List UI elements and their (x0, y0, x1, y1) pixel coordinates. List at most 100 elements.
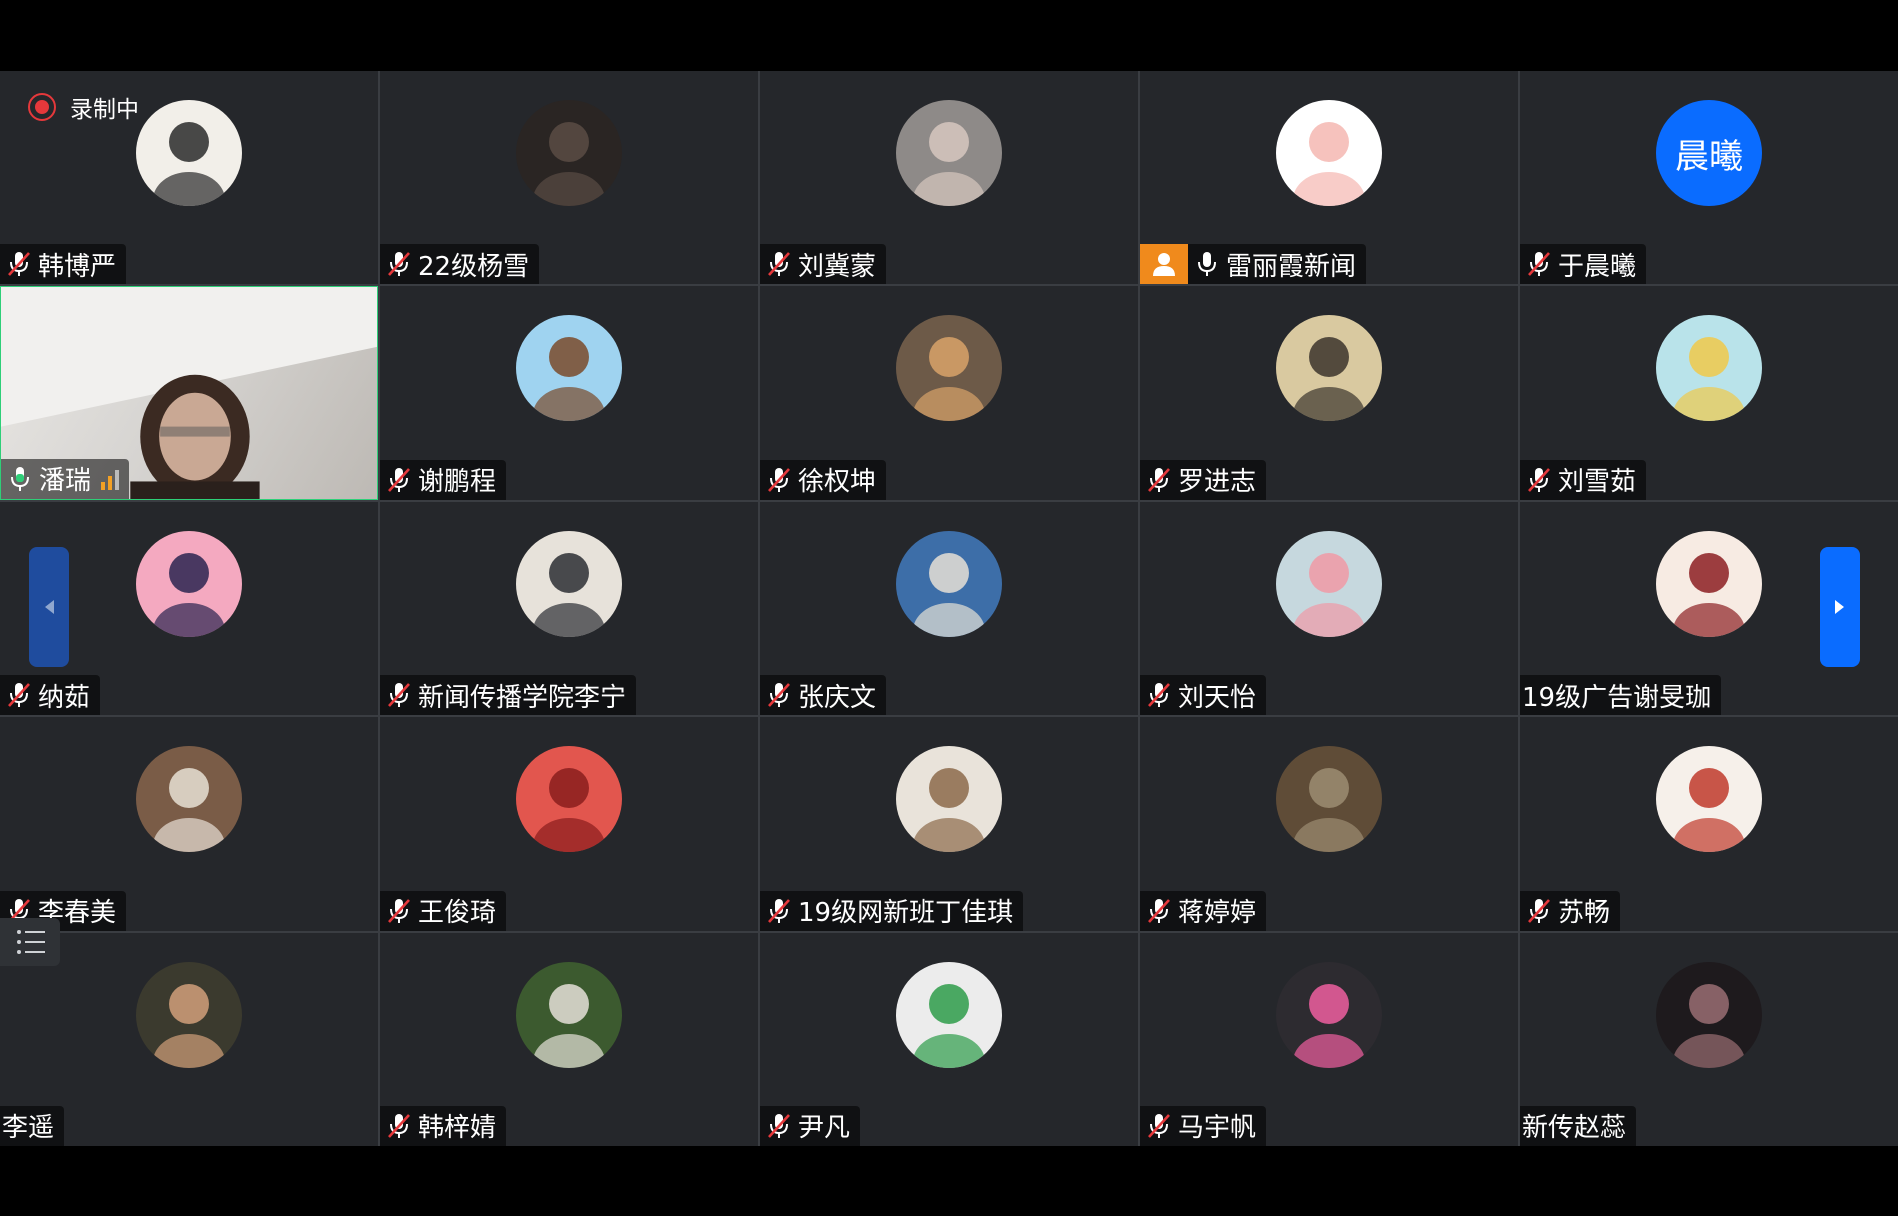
participant-tile[interactable]: 徐权坤 (760, 286, 1138, 500)
participant-list-button[interactable] (0, 918, 60, 966)
mic-muted-icon (768, 898, 790, 923)
participant-name: 刘冀蒙 (798, 251, 877, 282)
avatar (1656, 746, 1762, 853)
participant-name: 雷丽霞新闻 (1226, 251, 1357, 282)
participant-tile[interactable]: 尹凡 (760, 932, 1138, 1146)
participant-name: 22级杨雪 (418, 251, 530, 282)
participant-tile[interactable]: 潘瑞 (0, 286, 378, 500)
list-icon (17, 930, 45, 954)
mic-muted-indicator (380, 1106, 418, 1146)
participant-nameplate: 王俊琦 (380, 890, 507, 931)
avatar (516, 961, 622, 1068)
mic-muted-indicator (760, 460, 798, 500)
participant-tile[interactable]: 谢鹏程 (380, 286, 758, 500)
mic-muted-icon (388, 467, 410, 492)
mic-muted-icon (1148, 683, 1170, 708)
participant-nameplate: 尹凡 (760, 1105, 861, 1146)
meeting-gallery: 韩博严 22级杨雪 刘冀蒙 雷丽霞新闻 晨曦于晨曦潘瑞 谢鹏程 徐权坤 罗进志 刘雪茹纳茹 新闻传… (0, 71, 1898, 1146)
avatar: 晨曦 (1656, 100, 1762, 206)
participant-name: 潘瑞 (39, 466, 92, 497)
participant-nameplate: 刘天怡 (1140, 675, 1267, 716)
participant-name: 张庆文 (798, 682, 877, 713)
participant-nameplate: 于晨曦 (1520, 244, 1647, 285)
mic-muted-indicator (1520, 460, 1558, 500)
participant-tile[interactable]: 刘天怡 (1140, 501, 1518, 716)
participant-nameplate: 韩梓婧 (380, 1105, 507, 1146)
participant-nameplate: 刘雪茹 (1520, 459, 1647, 500)
chevron-right-icon (1835, 600, 1844, 614)
participant-name: 韩博严 (38, 251, 117, 282)
participant-tile[interactable]: 蒋婷婷 (1140, 717, 1518, 931)
participant-nameplate: 张庆文 (760, 675, 887, 716)
mic-muted-icon (388, 898, 410, 923)
avatar (1656, 961, 1762, 1068)
participant-tile[interactable]: 新传赵蕊 (1520, 932, 1898, 1146)
participant-name: 韩梓婧 (418, 1113, 497, 1144)
chevron-left-icon (45, 600, 54, 614)
mic-muted-indicator (0, 244, 38, 284)
participant-nameplate: 雷丽霞新闻 (1140, 244, 1367, 285)
mic-muted-indicator (1140, 675, 1178, 715)
avatar (896, 315, 1002, 422)
mic-muted-indicator (760, 244, 798, 284)
participant-name: 刘天怡 (1178, 682, 1257, 713)
avatar (136, 530, 242, 637)
mic-muted-icon (768, 467, 790, 492)
mic-muted-indicator (1520, 244, 1558, 284)
participant-tile[interactable]: 马宇帆 (1140, 932, 1518, 1146)
avatar (516, 315, 622, 422)
participant-tile[interactable]: 罗进志 (1140, 286, 1518, 500)
participant-tile[interactable]: 刘雪茹 (1520, 286, 1898, 500)
participant-nameplate: 新闻传播学院李宁 (380, 675, 637, 716)
avatar (516, 530, 622, 637)
prev-page-button[interactable] (29, 547, 69, 667)
participant-tile[interactable]: 苏畅 (1520, 717, 1898, 931)
avatar (896, 100, 1002, 206)
mic-active-icon (11, 466, 29, 491)
recording-label: 录制中 (70, 97, 139, 123)
mic-muted-icon (1148, 467, 1170, 492)
participant-tile[interactable]: 刘冀蒙 (760, 71, 1138, 285)
participant-tile[interactable]: 22级杨雪 (380, 71, 758, 285)
mic-indicator (1, 459, 39, 499)
participant-tile[interactable]: 19级网新班丁佳琪 (760, 717, 1138, 931)
mic-muted-icon (1148, 1113, 1170, 1138)
mic-muted-indicator (380, 244, 418, 284)
next-page-button[interactable] (1820, 547, 1860, 667)
mic-muted-indicator (380, 891, 418, 931)
participant-tile[interactable]: 王俊琦 (380, 717, 758, 931)
record-icon (28, 93, 56, 121)
mic-muted-indicator (1140, 1106, 1178, 1146)
participant-name: 徐权坤 (798, 467, 877, 498)
mic-muted-icon (8, 252, 30, 277)
participant-nameplate: 苏畅 (1520, 890, 1621, 931)
signal-strength-icon (101, 468, 120, 490)
participant-name: 19级广告谢旻珈 (1522, 682, 1712, 713)
avatar (896, 746, 1002, 853)
participant-tile[interactable]: 李春美 (0, 717, 378, 931)
avatar (896, 961, 1002, 1068)
avatar (136, 961, 242, 1068)
participant-tile[interactable]: 晨曦于晨曦 (1520, 71, 1898, 285)
participant-tile[interactable]: 韩梓婧 (380, 932, 758, 1146)
avatar (516, 100, 622, 206)
participant-nameplate: 谢鹏程 (380, 459, 507, 500)
participant-name: 于晨曦 (1558, 251, 1637, 282)
participant-nameplate: 19级网新班丁佳琪 (760, 890, 1024, 931)
mic-muted-indicator (760, 1106, 798, 1146)
participant-nameplate: 蒋婷婷 (1140, 890, 1267, 931)
participant-name: 纳茹 (38, 682, 91, 713)
recording-indicator[interactable]: 录制中 (28, 90, 139, 124)
host-icon (1140, 244, 1188, 285)
participant-tile[interactable]: 新闻传播学院李宁 (380, 501, 758, 716)
participant-tile[interactable]: 雷丽霞新闻 (1140, 71, 1518, 285)
participant-name: 尹凡 (798, 1113, 851, 1144)
mic-muted-indicator (0, 675, 38, 715)
mic-muted-icon (768, 1113, 790, 1138)
avatar (516, 746, 622, 853)
mic-muted-indicator (380, 675, 418, 715)
participant-nameplate: 新传赵蕊 (1520, 1105, 1637, 1146)
participant-tile[interactable]: 张庆文 (760, 501, 1138, 716)
participant-name: 19级网新班丁佳琪 (798, 898, 1014, 929)
participant-nameplate: 韩博严 (0, 244, 127, 285)
